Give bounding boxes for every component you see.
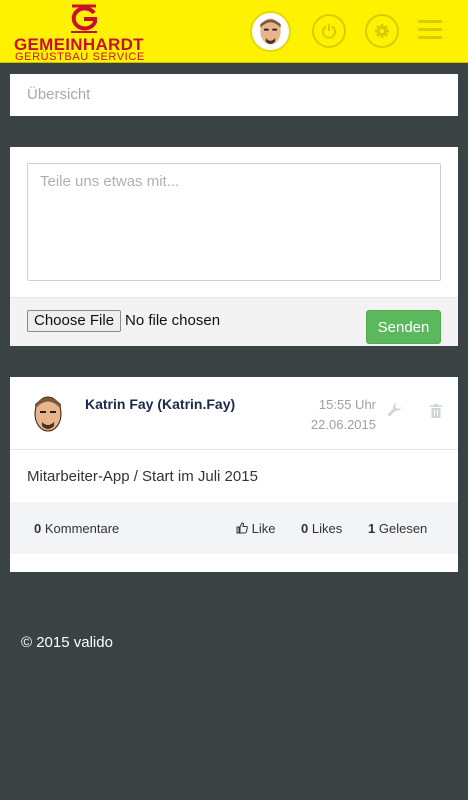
choose-file-button[interactable]: Choose File [27,310,122,332]
post-stats-bar: 0 Kommentare Like 0 Likes 1 Gelesen [10,502,458,554]
footer-copyright: © 2015 valido [21,634,113,651]
file-status: No file chosen [125,312,221,329]
trash-icon[interactable] [430,404,442,418]
author-avatar[interactable] [28,391,68,435]
composer-footer: Choose File No file chosen Senden [10,297,458,346]
thumbs-up-icon [236,522,248,534]
post-date: 22.06.2015 [310,417,376,432]
post-time: 15:55 Uhr [318,397,376,412]
read-count[interactable]: 1 Gelesen [368,521,427,536]
post-card: Katrin Fay (Katrin.Fay) 15:55 Uhr 22.06.… [10,377,458,572]
post-body: Mitarbeiter-App / Start im Juli 2015 [27,468,258,485]
post-text-input[interactable] [27,163,441,281]
power-icon [322,24,336,39]
gemeinhardt-g-logo-icon [71,4,97,33]
gear-icon [375,24,389,38]
power-button[interactable] [312,14,346,48]
likes-count: 0 Likes [301,521,343,536]
send-button[interactable]: Senden [366,310,441,344]
user-avatar[interactable] [250,11,291,52]
brand-tagline: GERÜSTBAU SERVICE [15,51,145,63]
brand-logo[interactable]: GEMEINHARDT GERÜSTBAU SERVICE [14,2,159,63]
wrench-icon[interactable] [386,402,402,418]
app-header: GEMEINHARDT GERÜSTBAU SERVICE [0,0,468,63]
like-button[interactable]: Like [236,521,275,536]
overview-panel: Übersicht [10,74,458,116]
user-avatar-icon [260,18,281,45]
comments-count[interactable]: 0 Kommentare [34,521,119,536]
post-composer: Choose File No file chosen Senden [10,147,458,346]
post-author[interactable]: Katrin Fay (Katrin.Fay) [85,396,235,412]
hamburger-menu-icon[interactable] [418,20,442,40]
post-header: Katrin Fay (Katrin.Fay) 15:55 Uhr 22.06.… [10,377,458,450]
settings-button[interactable] [365,14,399,48]
overview-label: Übersicht [27,86,91,103]
